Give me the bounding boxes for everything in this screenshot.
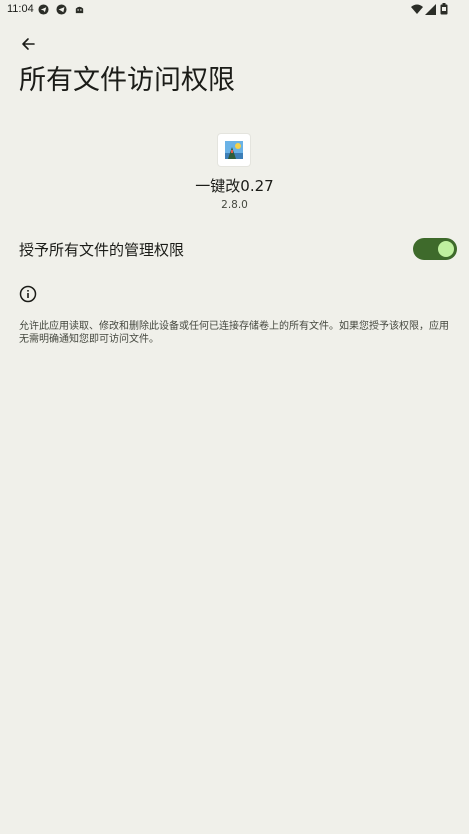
status-bar: 11:04: [0, 0, 469, 20]
toggle-thumb: [438, 241, 454, 257]
app-name: 一键改0.27: [195, 177, 274, 195]
signal-icon: [425, 4, 436, 15]
send-icon: [38, 4, 49, 15]
back-button[interactable]: [14, 30, 42, 58]
telegram-icon: [56, 4, 67, 15]
info-description: 允许此应用读取、修改和删除此设备或任何已连接存储卷上的所有文件。如果您授予该权限…: [19, 321, 449, 345]
permission-toggle-row[interactable]: 授予所有文件的管理权限: [0, 230, 469, 270]
all-files-access-toggle[interactable]: [413, 238, 457, 260]
arrow-back-icon: [22, 38, 35, 50]
page-title: 所有文件访问权限: [19, 65, 235, 96]
permission-label: 授予所有文件的管理权限: [19, 241, 185, 259]
battery-icon: [440, 3, 448, 15]
status-time: 11:04: [7, 3, 34, 15]
wifi-icon: [411, 4, 423, 14]
android-icon: [75, 6, 84, 14]
app-version: 2.8.0: [221, 199, 248, 211]
app-image-icon: [225, 141, 243, 159]
info-icon: [19, 285, 37, 303]
app-icon: [218, 134, 250, 166]
